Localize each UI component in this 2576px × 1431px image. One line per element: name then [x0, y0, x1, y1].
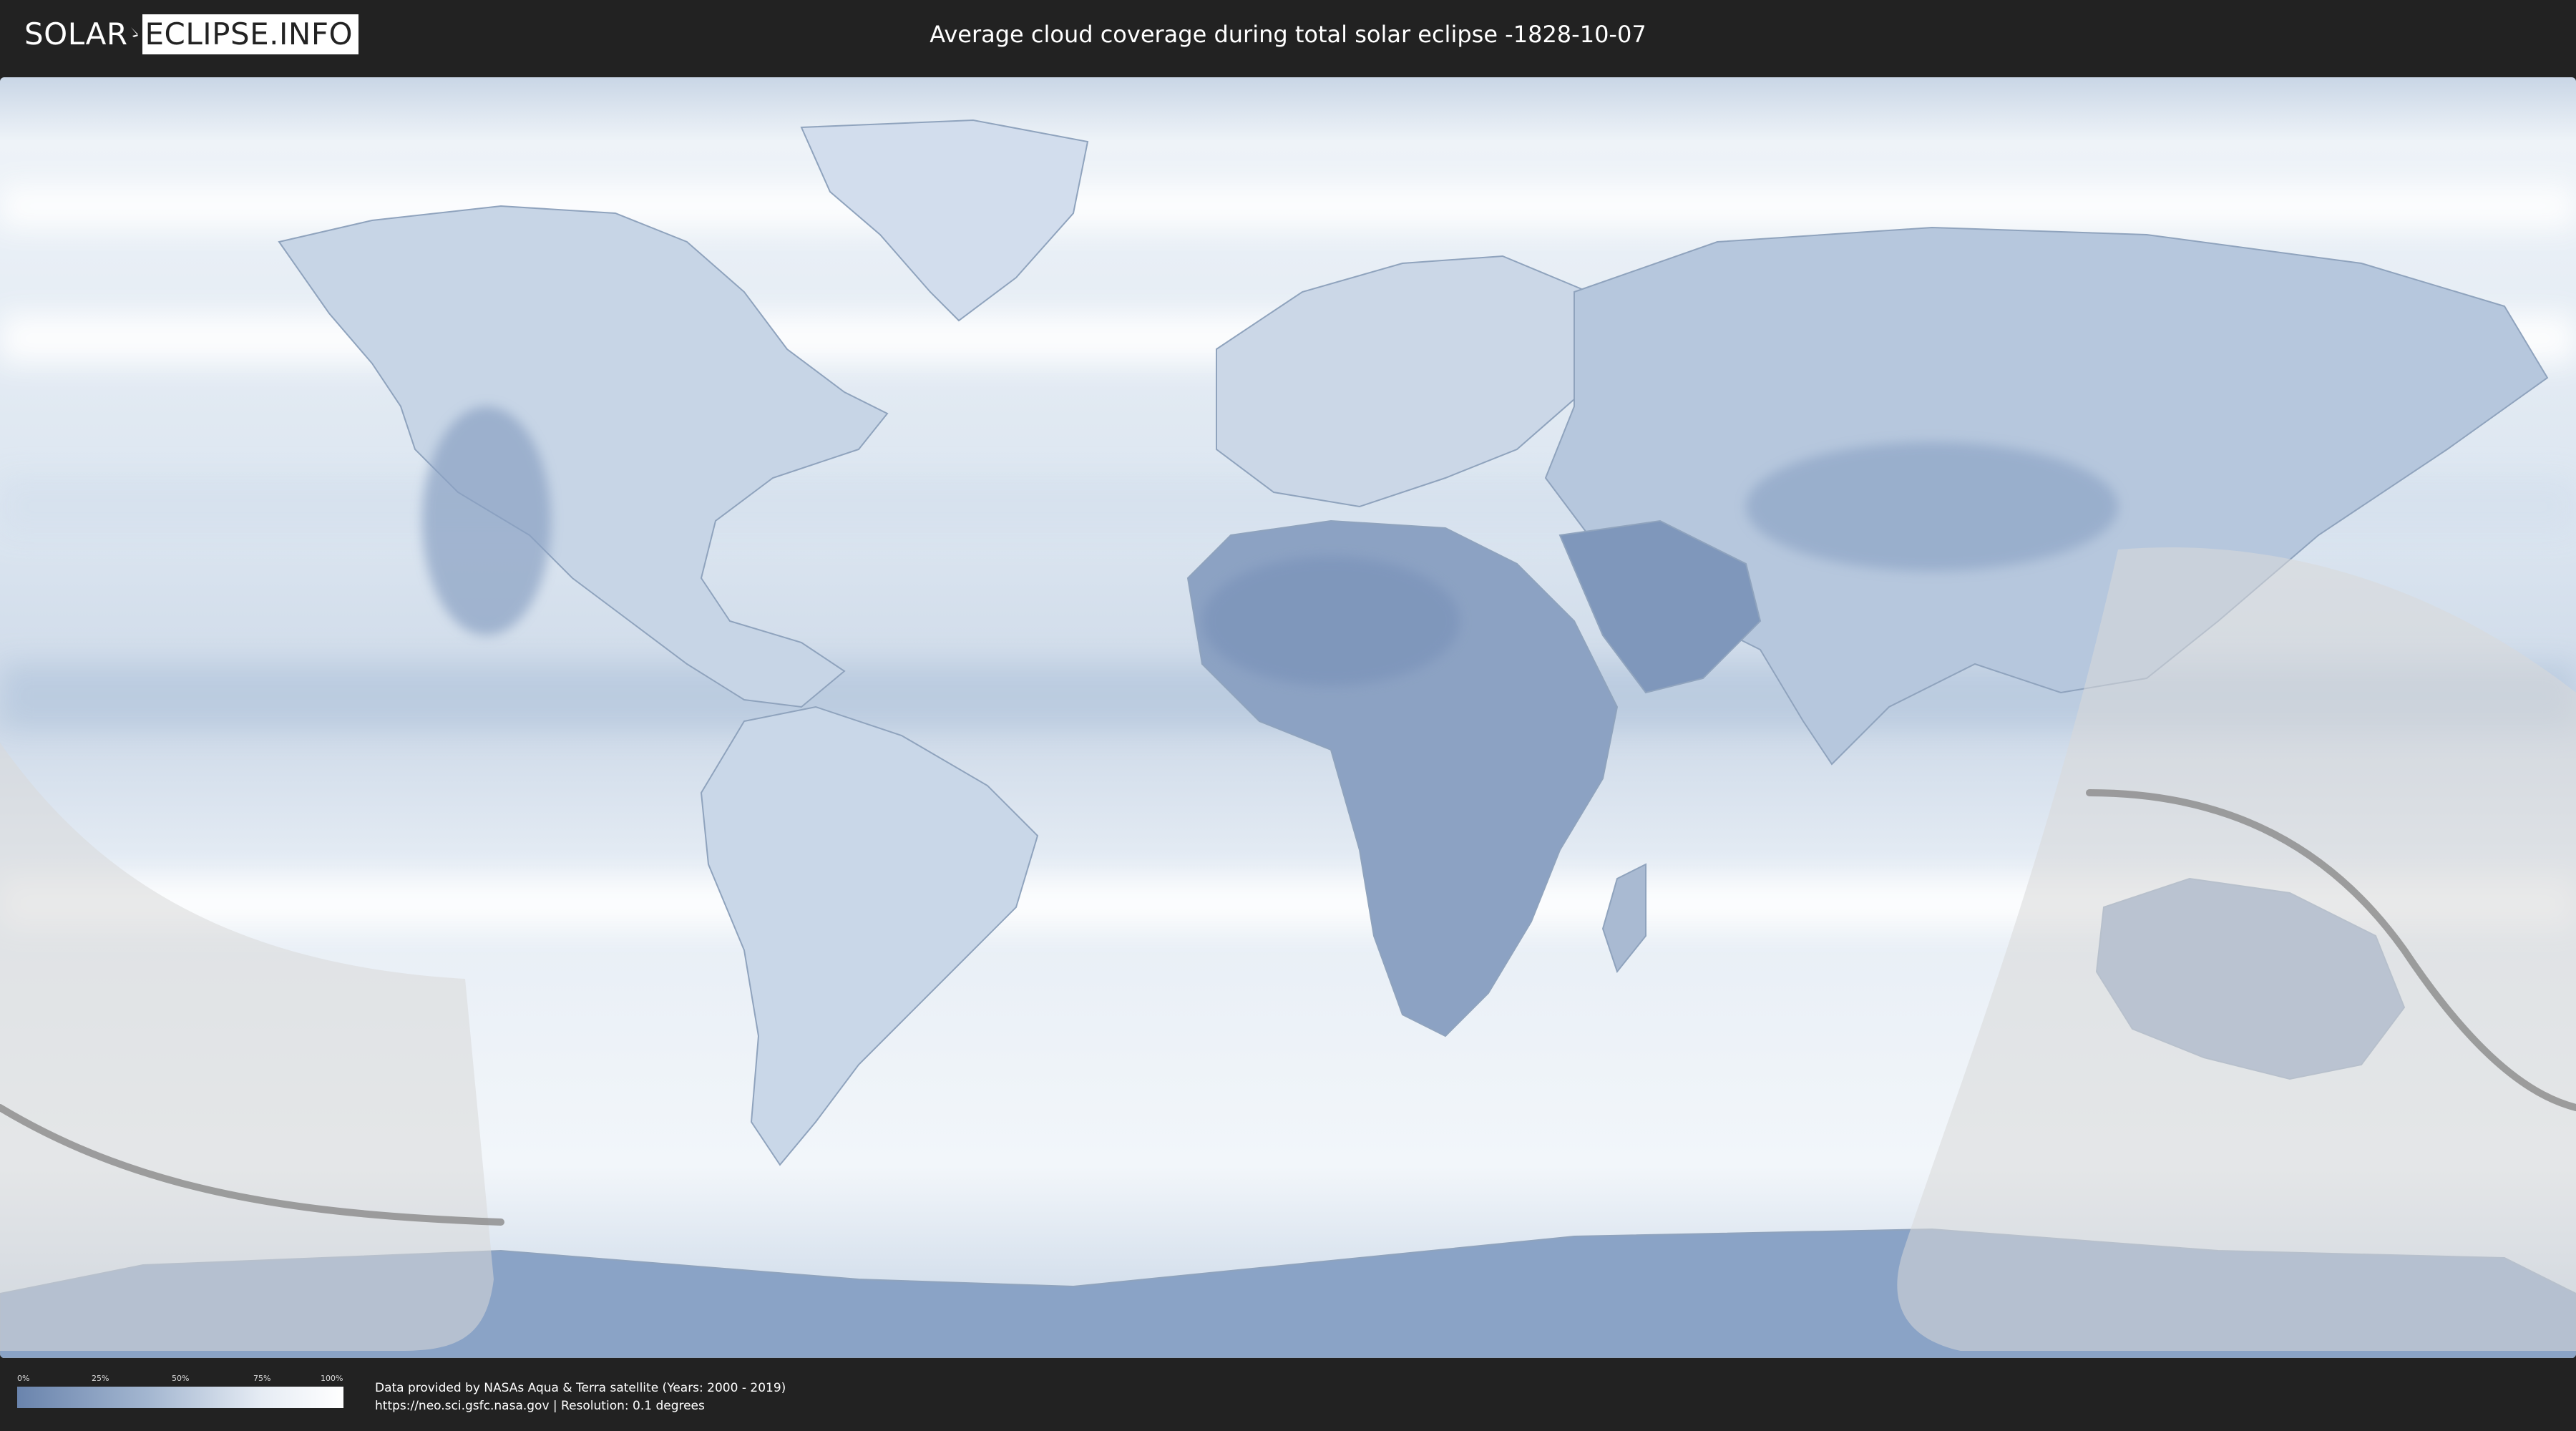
credit-line-url: https://neo.sci.gsfc.nasa.gov | Resoluti… [375, 1399, 705, 1413]
legend-gradient-bar [17, 1387, 343, 1408]
header-bar: SOLAR ECLIPSE.INFO Average cloud coverag… [0, 0, 2576, 72]
legend-tick: 0% [17, 1374, 30, 1383]
credit-line-source: Data provided by NASAs Aqua & Terra sate… [375, 1381, 786, 1395]
world-map-svg[interactable] [0, 77, 2576, 1358]
page-title: Average cloud coverage during total sola… [930, 21, 1646, 48]
legend-tick: 75% [253, 1374, 271, 1383]
data-credits: Data provided by NASAs Aqua & Terra sate… [375, 1379, 786, 1415]
legend-tick: 50% [172, 1374, 190, 1383]
cloud-coverage-map[interactable] [0, 77, 2576, 1358]
footer-bar: 0% 25% 50% 75% 100% Data provided by NAS… [0, 1359, 2576, 1431]
legend-tick: 100% [321, 1374, 343, 1383]
cloud-coverage-legend: 0% 25% 50% 75% 100% [17, 1374, 343, 1417]
legend-tick: 25% [92, 1374, 109, 1383]
